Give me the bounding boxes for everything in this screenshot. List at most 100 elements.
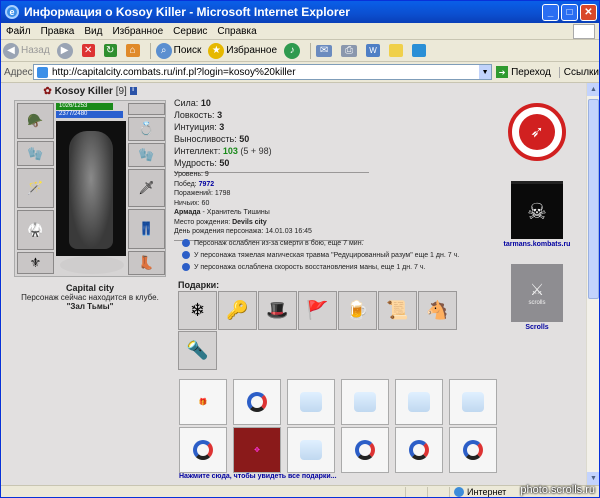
back-button[interactable]: ◀ Назад — [1, 42, 52, 60]
belt-slot[interactable]: ⚜ — [17, 252, 54, 274]
stat-value: 10 — [200, 98, 211, 108]
stop-button[interactable]: ✕ — [80, 42, 99, 60]
close-button[interactable]: ✕ — [580, 3, 597, 21]
discuss-button[interactable] — [387, 42, 407, 60]
folder-icon — [389, 44, 404, 57]
info-icon[interactable]: i — [129, 87, 137, 96]
birthplace-label: Место рождения: — [174, 218, 231, 226]
banner-caption[interactable]: tarmans.kombats.ru — [502, 241, 572, 248]
gift-rocking-horse-icon[interactable]: 🐴 — [418, 291, 457, 330]
gift-scroll-icon[interactable]: 📜 — [378, 291, 417, 330]
stats-block: Сила: 10 Ловкость: 3 Интуиция: 3 Выносли… — [174, 97, 369, 179]
postcard[interactable] — [287, 427, 335, 473]
postcard[interactable] — [449, 379, 497, 425]
stat-value: 3 — [219, 122, 225, 132]
birthday-line: День рождения персонажа: 14.01.03 16:45 — [174, 228, 312, 235]
archer-emblem[interactable]: ➶ — [508, 103, 566, 161]
stat-label: Интуиция: — [174, 122, 217, 132]
stat-value: 103 — [222, 146, 238, 156]
favorites-button[interactable]: ★ Избранное — [206, 42, 279, 60]
postcard[interactable] — [233, 379, 281, 425]
gloves-slot[interactable]: 🧤 — [128, 143, 165, 167]
skull-banner[interactable]: ☠ — [511, 181, 563, 239]
toolbar: ◀ Назад ▶ ✕ ↻ ⌂ ⌕ Поиск ★ Избранное ♪ ✉ … — [1, 40, 599, 62]
stat-label: Выносливость: — [174, 134, 237, 144]
edit-button[interactable]: W — [364, 42, 384, 60]
postcard[interactable] — [341, 379, 389, 425]
menu-favorites[interactable]: Избранное — [107, 26, 168, 37]
postcard[interactable] — [179, 427, 227, 473]
ring-slot-1[interactable] — [128, 103, 165, 115]
leggings-slot[interactable]: 👖 — [128, 209, 165, 249]
maximize-button[interactable]: □ — [561, 3, 578, 21]
title-bar: e Информация о Kosoy Killer - Microsoft … — [1, 1, 599, 23]
postcard[interactable] — [449, 427, 497, 473]
gift-box-card[interactable]: 🎁 — [179, 379, 227, 425]
scroll-up-icon[interactable]: ▲ — [587, 83, 599, 96]
menu-edit[interactable]: Правка — [36, 26, 80, 37]
address-label: Адрес: — [4, 66, 36, 78]
rings-slot[interactable]: 💍 — [128, 117, 165, 141]
browser-window: e Информация о Kosoy Killer - Microsoft … — [0, 0, 600, 498]
postcard-red[interactable]: ✥ — [233, 427, 281, 473]
hp-bar: 1026/1253 — [56, 103, 114, 110]
postcard[interactable] — [287, 379, 335, 425]
home-button[interactable]: ⌂ — [124, 42, 144, 60]
gift-banner-icon[interactable]: 🚩 — [298, 291, 337, 330]
helmet-slot[interactable]: 🪖 — [17, 103, 54, 139]
postcard[interactable] — [395, 427, 443, 473]
postcard[interactable] — [395, 379, 443, 425]
internet-globe-icon — [454, 487, 464, 497]
print-button[interactable]: ⎙ — [339, 42, 361, 60]
address-dropdown-icon[interactable]: ▼ — [479, 65, 492, 79]
effect-item: У персонажа ослаблена скорость восстанов… — [182, 262, 512, 274]
weapon-slot[interactable]: 🪄 — [17, 168, 54, 208]
gift-mug-icon[interactable]: 🍺 — [338, 291, 377, 330]
messenger-button[interactable] — [410, 42, 430, 60]
status-bar: Интернет — [1, 485, 599, 497]
shield-slot[interactable]: 🗡 — [128, 169, 165, 207]
scroll-thumb[interactable] — [588, 99, 599, 299]
back-label: Назад — [21, 45, 50, 56]
all-gifts-link[interactable]: Нажмите сюда, чтобы увидеть все подарки.… — [179, 473, 337, 480]
character-panel: ✿ Kosoy Killer [9] i 1026/1253 2377/2480… — [14, 86, 166, 277]
search-button[interactable]: ⌕ Поиск — [154, 42, 204, 60]
menu-bar: Файл Правка Вид Избранное Сервис Справка — [1, 23, 599, 40]
boots-slot[interactable]: 👢 — [128, 251, 165, 275]
bracers-slot[interactable]: 🧤 — [17, 141, 54, 166]
status-segment — [405, 486, 427, 497]
birthplace-value: Devils city — [232, 218, 267, 226]
address-input[interactable]: http://capitalcity.combats.ru/inf.pl?log… — [33, 64, 493, 80]
effect-icon — [182, 239, 190, 248]
stat-value: 3 — [217, 110, 223, 120]
clan-badge-icon: ✿ — [43, 86, 52, 97]
toolbar-divider — [310, 42, 312, 59]
menu-tools[interactable]: Сервис — [168, 26, 212, 37]
media-button[interactable]: ♪ — [282, 42, 304, 60]
scrolls-banner[interactable]: ⚔ scrolls — [511, 264, 563, 322]
swirl-icon — [193, 440, 213, 460]
refresh-button[interactable]: ↻ — [102, 42, 121, 60]
mail-button[interactable]: ✉ — [314, 42, 336, 60]
character-name: Kosoy Killer — [54, 86, 113, 97]
go-button[interactable]: ➔ Переход — [496, 66, 551, 78]
mana-bar: 2377/2480 — [56, 111, 124, 118]
postcard[interactable] — [341, 427, 389, 473]
banner-caption[interactable]: Scrolls — [502, 324, 572, 331]
stat-row: Интуиция: 3 — [174, 121, 369, 133]
forward-button[interactable]: ▶ — [55, 42, 77, 60]
minimize-button[interactable]: _ — [542, 3, 559, 21]
vertical-scrollbar[interactable]: ▲ ▼ — [586, 83, 599, 485]
gift-hat-icon[interactable]: 🎩 — [258, 291, 297, 330]
menu-help[interactable]: Справка — [212, 26, 261, 37]
stat-row: Интеллект: 103 (5 + 98) — [174, 145, 369, 157]
armor-slot[interactable]: 🥋 — [17, 210, 54, 250]
menu-file[interactable]: Файл — [1, 26, 36, 37]
gift-snowflake-icon[interactable]: ❄ — [178, 291, 217, 330]
address-url: http://capitalcity.combats.ru/inf.pl?log… — [52, 66, 296, 78]
gift-key-icon[interactable]: 🔑 — [218, 291, 257, 330]
gift-torch-icon[interactable]: 🔦 — [178, 331, 217, 370]
links-button[interactable]: Ссылки — [558, 66, 599, 78]
home-icon: ⌂ — [125, 44, 140, 57]
menu-view[interactable]: Вид — [79, 26, 107, 37]
